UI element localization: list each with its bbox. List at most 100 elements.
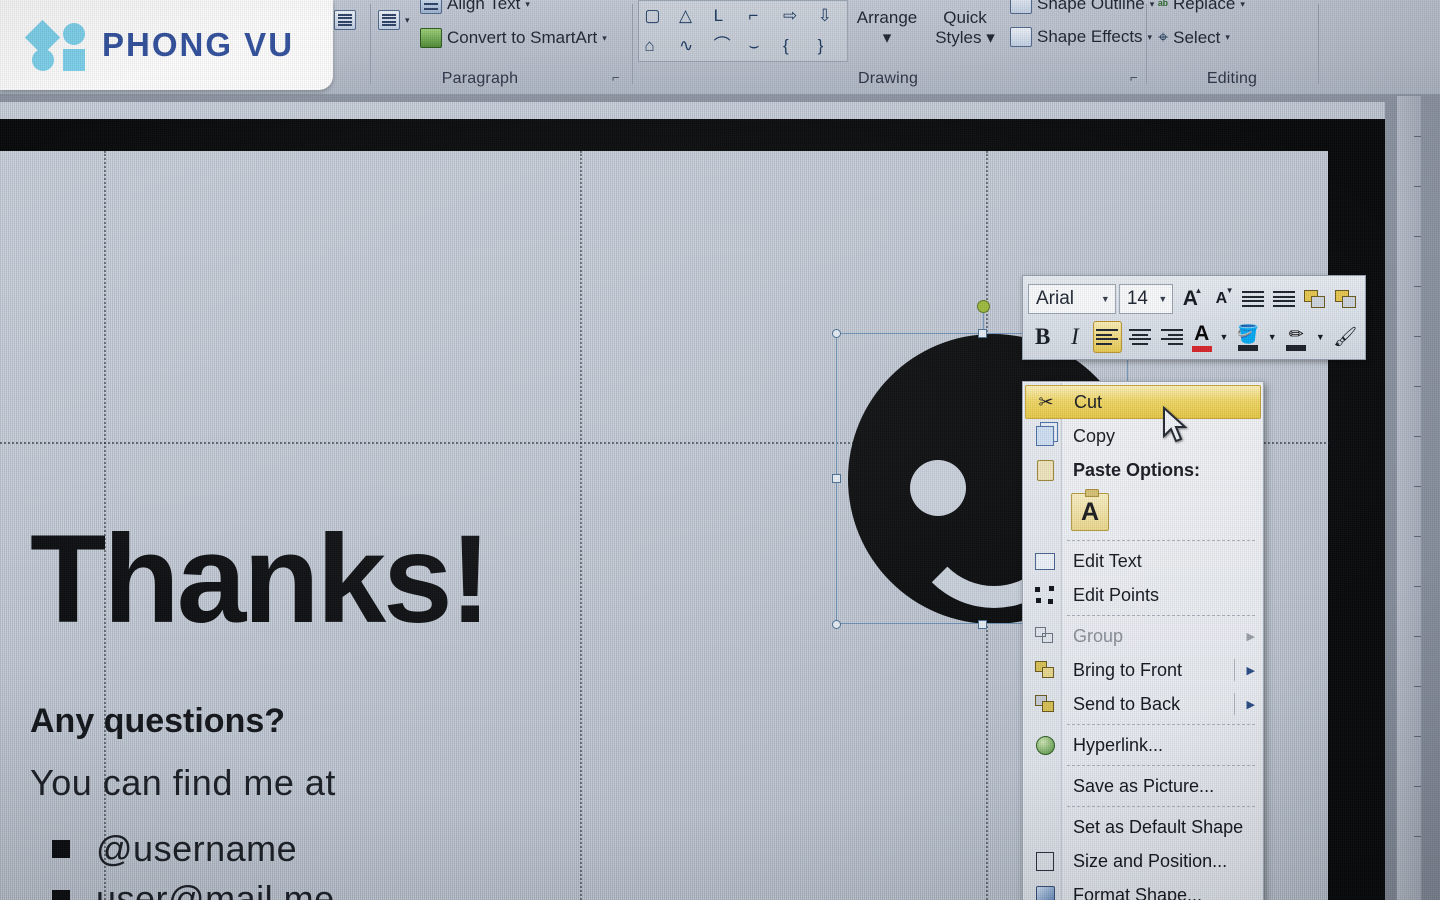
context-menu-item-cut[interactable]: ✂ Cut	[1025, 385, 1261, 419]
resize-handle-bottom-left[interactable]	[832, 620, 841, 629]
chevron-right-icon: ▶	[1246, 664, 1255, 677]
resize-handle-middle-left[interactable]	[832, 474, 841, 483]
resize-handle-top-left[interactable]	[832, 329, 841, 338]
mini-toolbar[interactable]: Arial ▼ 14 ▼ A ▲ A ▼ B I A ▼ 🪣 ▼ ✏ ▼ 🖌	[1022, 275, 1366, 360]
paragraph-dialog-launcher[interactable]: ⌐	[612, 71, 627, 85]
align-center-button[interactable]	[1125, 321, 1154, 353]
shape-corner[interactable]: L	[714, 6, 738, 26]
align-left-icon	[1096, 329, 1119, 345]
shape-plaque[interactable]: ⌂	[644, 36, 668, 56]
slide-lead-line[interactable]: You can find me at	[30, 762, 336, 804]
shape-curve[interactable]: ⌒	[714, 36, 738, 56]
vertical-ruler	[1396, 96, 1422, 900]
mouse-cursor-icon	[1163, 406, 1188, 443]
list-item[interactable]: user@mail.me	[52, 874, 335, 900]
font-color-dropdown[interactable]: ▼	[1217, 321, 1232, 353]
context-menu-item-save-as-picture[interactable]: Save as Picture...	[1023, 769, 1263, 803]
shape-triangle[interactable]: △	[679, 6, 703, 26]
italic-button[interactable]: I	[1060, 321, 1089, 353]
align-right-icon	[1161, 329, 1184, 345]
context-menu-item-edit-points[interactable]: Edit Points	[1023, 578, 1263, 612]
context-menu-item-hyperlink[interactable]: Hyperlink...	[1023, 728, 1263, 762]
font-color-button[interactable]: A	[1190, 321, 1214, 353]
ribbon-group-editing: ᵃᵇ Replace ▾ ⌖ Select ▾ Editing	[1152, 0, 1312, 94]
context-menu-label: Edit Text	[1073, 550, 1142, 571]
select-button[interactable]: ⌖ Select ▾	[1158, 27, 1230, 48]
fill-color-dropdown[interactable]: ▼	[1265, 321, 1280, 353]
fill-color-swatch	[1238, 344, 1259, 351]
convert-to-smartart-button[interactable]: Convert to SmartArt ▾	[420, 28, 607, 48]
context-menu-label: Cut	[1074, 391, 1103, 412]
context-menu-item-bring-to-front[interactable]: Bring to Front ▶	[1023, 653, 1263, 687]
shrink-font-button[interactable]: A ▼	[1207, 283, 1235, 315]
shape-rounded-rectangle[interactable]: ▢	[644, 6, 668, 26]
increase-indent-button[interactable]	[1270, 283, 1298, 315]
shape-outline-mini-button[interactable]: ✏	[1282, 321, 1310, 353]
align-left-button[interactable]	[1092, 321, 1123, 353]
format-painter-button[interactable]: 🖌	[1331, 321, 1360, 353]
size-position-icon	[1027, 848, 1063, 874]
rotation-handle[interactable]	[977, 300, 990, 313]
shapes-gallery[interactable]: ▢ △ L ⌐ ⇨ ⇩ ⌂ ∿ ⌒ ⌣ { }	[638, 0, 848, 62]
font-color-swatch	[1191, 346, 1212, 352]
decrease-indent-button[interactable]	[1239, 283, 1267, 315]
slide-right-band	[1328, 151, 1385, 900]
context-menu-item-format-shape[interactable]: Format Shape...	[1023, 878, 1263, 900]
shape-arc[interactable]: ⌣	[748, 36, 772, 56]
context-menu-item-send-to-back[interactable]: Send to Back ▶	[1023, 687, 1263, 721]
shape-l-shape[interactable]: ⌐	[748, 6, 772, 26]
shape-left-brace[interactable]: {	[783, 36, 807, 56]
shape-outline-mini-dropdown[interactable]: ▼	[1313, 321, 1328, 353]
smartart-icon	[420, 28, 442, 48]
arrange-button[interactable]: Arrange ▾	[850, 8, 924, 48]
drawing-dialog-launcher[interactable]: ⌐	[1130, 71, 1145, 85]
slide-top-band	[0, 119, 1385, 151]
columns-icon	[378, 10, 400, 30]
shape-pentagon-arrow[interactable]: ⇨	[783, 6, 807, 26]
powerpoint-screenshot: ▾ Align Text ▾ Convert to SmartArt ▾ Par…	[0, 0, 1440, 900]
fill-color-button[interactable]: 🪣	[1234, 321, 1262, 353]
edit-text-icon	[1027, 548, 1063, 574]
slide-title[interactable]: Thanks!	[30, 517, 491, 642]
shape-right-brace[interactable]: }	[818, 36, 842, 56]
bullet-text: @username	[96, 828, 298, 869]
align-text-button[interactable]: Align Text ▾	[420, 0, 530, 14]
replace-button[interactable]: ᵃᵇ Replace ▾	[1158, 0, 1245, 14]
bold-button[interactable]: B	[1028, 321, 1057, 353]
chevron-down-icon: ▼	[1158, 294, 1168, 304]
bring-forward-button[interactable]	[1301, 283, 1329, 315]
slide-bullet-list[interactable]: @username user@mail.me	[52, 824, 335, 900]
slide-subtitle[interactable]: Any questions?	[30, 702, 285, 741]
align-text-icon	[420, 0, 442, 14]
quick-styles-button[interactable]: Quick Styles ▾	[924, 8, 1006, 48]
font-family-select[interactable]: Arial ▼	[1028, 284, 1116, 314]
context-menu-item-size-and-position[interactable]: Size and Position...	[1023, 844, 1263, 878]
context-menu-item-set-default-shape[interactable]: Set as Default Shape	[1023, 810, 1263, 844]
font-size-select[interactable]: 14 ▼	[1118, 284, 1174, 314]
resize-handle-top-center[interactable]	[978, 329, 987, 338]
paste-keep-text-button[interactable]: A	[1071, 489, 1109, 531]
shape-scribble[interactable]: ∿	[679, 36, 703, 56]
edit-points-icon	[1027, 582, 1063, 608]
chevron-down-icon: ▾	[405, 14, 410, 25]
context-menu-item-edit-text[interactable]: Edit Text	[1023, 544, 1263, 578]
increase-indent-icon	[1272, 291, 1295, 307]
select-label: Select	[1173, 27, 1221, 47]
text-direction-button[interactable]	[334, 10, 356, 30]
grow-font-button[interactable]: A ▲	[1176, 283, 1204, 315]
shape-effects-button[interactable]: Shape Effects ▾	[1010, 27, 1152, 47]
send-backward-button[interactable]	[1332, 283, 1360, 315]
paste-option-label: A	[1080, 497, 1100, 526]
resize-handle-bottom-center[interactable]	[978, 620, 987, 629]
columns-button[interactable]: ▾	[378, 10, 410, 30]
context-menu-item-copy[interactable]: Copy	[1023, 419, 1263, 453]
italic-label: I	[1071, 324, 1079, 349]
ribbon-group-label-drawing: Drawing	[857, 70, 919, 87]
shape-chevron-arrow[interactable]: ⇩	[818, 6, 842, 26]
context-menu-item-group: Group ▶	[1023, 619, 1263, 653]
list-item[interactable]: @username	[52, 824, 335, 874]
chevron-down-icon: ▾	[525, 0, 530, 9]
align-right-button[interactable]	[1157, 321, 1186, 353]
shape-outline-button[interactable]: Shape Outline ▾	[1010, 0, 1154, 14]
context-menu[interactable]: ✂ Cut Copy Paste Options: A Edit Text Ed…	[1022, 381, 1264, 900]
